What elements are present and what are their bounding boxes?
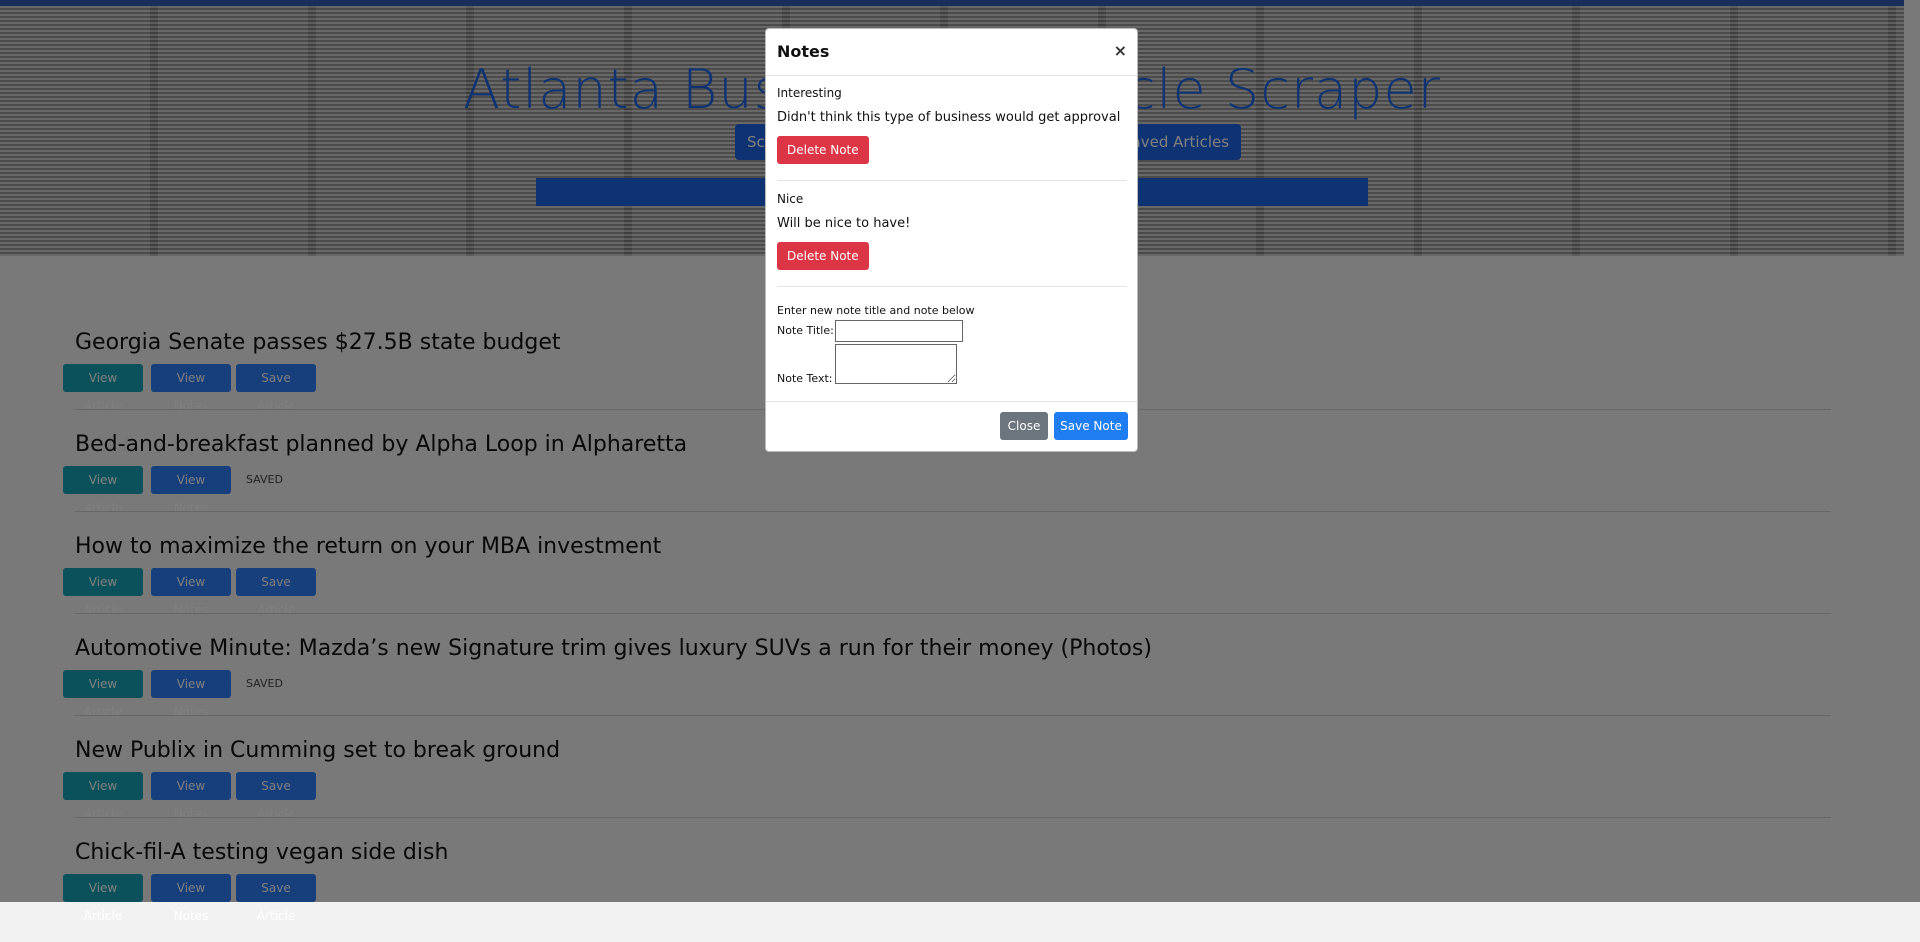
note-item: Interesting Didn't think this type of bu… (777, 86, 1127, 164)
new-note-form: Enter new note title and note below Note… (777, 304, 1127, 385)
divider (777, 180, 1127, 181)
note-text-input[interactable] (835, 344, 957, 384)
save-note-button[interactable]: Save Note (1054, 412, 1128, 440)
note-text-label: Note Text: (777, 372, 833, 385)
notes-modal: Notes × Interesting Didn't think this ty… (765, 28, 1138, 452)
note-title-label: Note Title: (777, 324, 834, 337)
note-body: Didn't think this type of business would… (777, 110, 1121, 125)
note-title-input[interactable] (835, 320, 963, 342)
note-title: Interesting (777, 86, 842, 100)
close-button[interactable]: Close (1000, 412, 1048, 440)
modal-header: Notes × (766, 29, 1137, 76)
close-icon[interactable]: × (1114, 41, 1127, 60)
note-body: Will be nice to have! (777, 216, 911, 231)
delete-note-button[interactable]: Delete Note (777, 242, 869, 270)
delete-note-button[interactable]: Delete Note (777, 136, 869, 164)
modal-title: Notes (777, 42, 830, 61)
form-intro: Enter new note title and note below (777, 304, 975, 317)
note-item: Nice Will be nice to have! Delete Note (777, 192, 1127, 270)
divider (777, 286, 1127, 287)
note-title: Nice (777, 192, 804, 206)
modal-footer-divider (766, 401, 1137, 402)
